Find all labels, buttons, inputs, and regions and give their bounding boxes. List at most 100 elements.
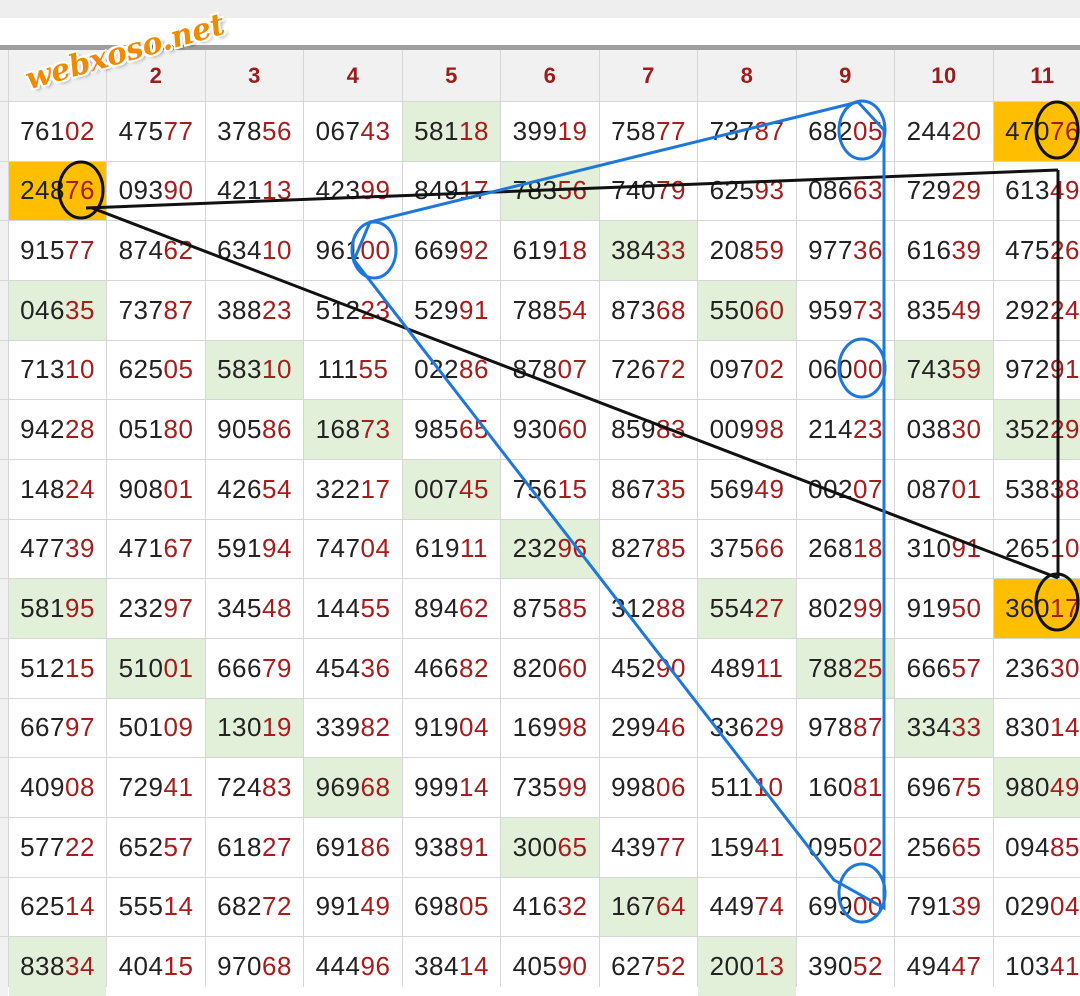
number-head: 726 xyxy=(611,354,656,385)
result-cell: 634 10 xyxy=(206,221,303,280)
number-head: 980 xyxy=(1005,772,1050,803)
number-tail: 55 xyxy=(358,354,389,385)
number-tail: 36 xyxy=(852,235,883,266)
result-cell: 390 52 xyxy=(797,937,894,996)
result-cell: 470 76 xyxy=(994,102,1080,161)
result-cell: 724 83 xyxy=(206,758,303,817)
result-cell: 740 79 xyxy=(600,161,697,221)
result-cell: 439 77 xyxy=(600,817,697,877)
number-head: 724 xyxy=(217,772,262,803)
number-tail: 33 xyxy=(655,235,686,266)
number-head: 208 xyxy=(709,235,755,266)
number-head: 244 xyxy=(906,115,952,146)
result-cell: 208 59 xyxy=(698,221,796,280)
number-tail: 35 xyxy=(655,473,686,504)
result-cell: 743 59 xyxy=(895,340,993,400)
number-tail: 08 xyxy=(64,772,95,803)
result-cell: 729 29 xyxy=(895,161,993,221)
number-tail: 56 xyxy=(261,115,292,146)
number-tail: 17 xyxy=(458,175,489,206)
result-cell: 022 86 xyxy=(403,340,500,400)
result-cell: 618 27 xyxy=(206,817,303,877)
number-head: 168 xyxy=(315,414,361,445)
result-cell: 399 19 xyxy=(501,102,599,161)
number-head: 788 xyxy=(808,652,853,683)
number-head: 985 xyxy=(414,414,459,445)
number-tail: 35 xyxy=(64,294,95,325)
result-cell: 452 90 xyxy=(600,638,697,698)
number-head: 820 xyxy=(512,652,558,683)
number-tail: 83 xyxy=(655,414,686,445)
result-cell: 002 07 xyxy=(797,459,894,519)
row-edge-cell xyxy=(0,638,8,698)
result-cell: 334 33 xyxy=(895,698,993,758)
result-cell: 256 65 xyxy=(895,817,993,877)
number-tail: 60 xyxy=(557,414,588,445)
number-head: 060 xyxy=(808,354,853,385)
number-head: 339 xyxy=(315,712,361,743)
result-cell: 908 01 xyxy=(107,459,205,519)
result-cell: 421 13 xyxy=(206,161,303,221)
number-head: 512 xyxy=(20,652,65,683)
number-tail: 59 xyxy=(951,354,982,385)
number-tail: 62 xyxy=(458,593,489,624)
number-head: 667 xyxy=(20,712,65,743)
number-head: 095 xyxy=(808,831,853,862)
number-head: 232 xyxy=(512,533,558,564)
result-cell: 735 99 xyxy=(501,758,599,817)
number-tail: 60 xyxy=(557,652,588,683)
result-cell: 378 56 xyxy=(206,102,303,161)
number-tail: 99 xyxy=(557,772,588,803)
result-cell: 737 87 xyxy=(107,280,205,340)
number-head: 512 xyxy=(315,294,361,325)
result-cell: 550 60 xyxy=(698,280,796,340)
column-header: 10 xyxy=(895,50,993,101)
number-head: 384 xyxy=(414,951,459,982)
number-tail: 97 xyxy=(163,593,194,624)
result-cell: 581 18 xyxy=(403,102,500,161)
number-tail: 76 xyxy=(64,175,95,206)
result-cell: 713 10 xyxy=(9,340,106,400)
number-head: 827 xyxy=(611,533,656,564)
result-cell: 874 62 xyxy=(107,221,205,280)
number-head: 613 xyxy=(1005,175,1050,206)
number-tail: 72 xyxy=(655,354,686,385)
result-cell: 875 85 xyxy=(501,579,599,638)
number-tail: 79 xyxy=(261,652,292,683)
number-tail: 68 xyxy=(261,951,292,982)
result-cell: 060 00 xyxy=(797,340,894,400)
number-head: 978 xyxy=(808,712,853,743)
result-cell: 849 17 xyxy=(403,161,500,221)
number-tail: 80 xyxy=(163,414,194,445)
number-tail: 23 xyxy=(360,294,391,325)
number-tail: 92 xyxy=(458,235,489,266)
number-head: 160 xyxy=(808,772,853,803)
result-cell: 312 88 xyxy=(600,579,697,638)
row-edge-cell xyxy=(0,817,8,877)
number-head: 554 xyxy=(709,593,755,624)
result-cell: 466 82 xyxy=(403,638,500,698)
row-edge-cell xyxy=(0,579,8,638)
number-head: 699 xyxy=(808,891,853,922)
number-tail: 17 xyxy=(1049,593,1080,624)
result-cell: 510 01 xyxy=(107,638,205,698)
number-head: 977 xyxy=(808,235,853,266)
result-cell: 426 54 xyxy=(206,459,303,519)
number-tail: 05 xyxy=(852,115,883,146)
number-tail: 17 xyxy=(360,473,391,504)
result-cell: 144 55 xyxy=(304,579,402,638)
number-head: 625 xyxy=(118,354,164,385)
number-tail: 90 xyxy=(655,652,686,683)
number-tail: 39 xyxy=(951,891,982,922)
number-head: 634 xyxy=(217,235,262,266)
number-tail: 87 xyxy=(163,294,194,325)
result-cell: 583 10 xyxy=(206,340,303,400)
number-head: 998 xyxy=(611,772,656,803)
number-tail: 29 xyxy=(1049,414,1080,445)
number-tail: 18 xyxy=(557,235,588,266)
number-tail: 29 xyxy=(951,175,982,206)
number-tail: 19 xyxy=(261,712,292,743)
number-tail: 13 xyxy=(754,951,785,982)
result-cell: 200 13 xyxy=(698,937,796,996)
number-head: 169 xyxy=(512,712,558,743)
